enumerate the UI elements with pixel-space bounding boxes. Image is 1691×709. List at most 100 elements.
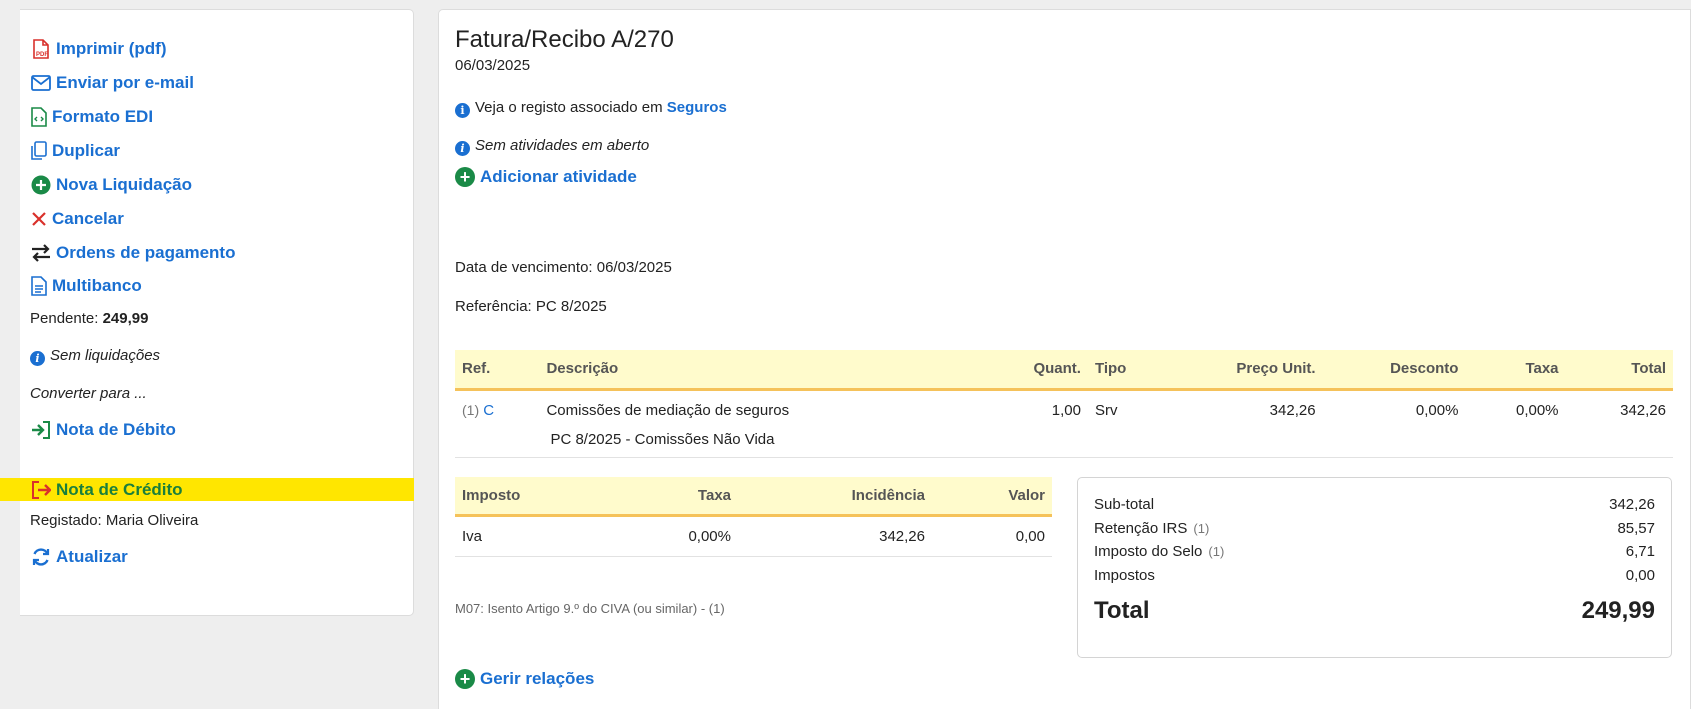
info-icon: i <box>30 351 45 366</box>
grand-total-label: Total <box>1094 597 1150 624</box>
pending-amount: Pendente: 249,99 <box>30 310 148 327</box>
send-email-label: Enviar por e-mail <box>56 73 194 92</box>
edi-format-label: Formato EDI <box>52 107 154 126</box>
col-unit-price: Preço Unit. <box>1176 350 1323 391</box>
credit-note-link[interactable]: Nota de Crédito <box>30 478 183 501</box>
duplicate-link[interactable]: Duplicar <box>30 139 120 163</box>
document-date: 06/03/2025 <box>455 57 531 74</box>
send-email-link[interactable]: Enviar por e-mail <box>30 71 194 95</box>
new-settlement-link[interactable]: Nova Liquidação <box>30 173 192 197</box>
col-rate: Taxa <box>1465 350 1566 391</box>
detail-spacer <box>455 431 539 457</box>
tax-value: 0,00 <box>932 515 1052 557</box>
print-pdf-link[interactable]: PDF Imprimir (pdf) <box>30 37 167 61</box>
no-activities-note: i Sem atividades em aberto <box>455 137 649 156</box>
line-discount: 0,00% <box>1415 402 1459 420</box>
subtotal-row: Sub-total 342,26 <box>1094 493 1655 517</box>
swap-arrows-icon <box>30 242 52 264</box>
multibanco-link[interactable]: Multibanco <box>30 274 142 298</box>
close-icon <box>30 208 48 230</box>
irs-value: 85,57 <box>1617 519 1655 537</box>
taxes-table: Imposto Taxa Incidência Valor Iva 0,00% … <box>455 477 1052 557</box>
line-rate: 0,00% <box>1515 402 1559 420</box>
no-settlements-text: Sem liquidações <box>50 347 161 364</box>
irs-note: (1) <box>1193 520 1210 536</box>
registered-by: Registado: Maria Oliveira <box>30 512 199 529</box>
grand-total-value: 249,99 <box>1581 597 1655 624</box>
col-value: Valor <box>932 477 1052 517</box>
line-ref-link[interactable]: C <box>483 402 494 419</box>
plus-circle-icon: + <box>455 167 475 187</box>
edi-format-link[interactable]: Formato EDI <box>30 105 153 129</box>
line-description: Comissões de mediação de seguros <box>546 402 790 420</box>
col-tax: Imposto <box>455 477 604 517</box>
svg-text:PDF: PDF <box>36 52 48 58</box>
tax-name: Iva <box>455 515 604 557</box>
line-type: Srv <box>1094 402 1118 420</box>
reference: Referência: PC 8/2025 <box>455 298 607 315</box>
pending-label: Pendente: <box>30 310 99 327</box>
lines-header-row: Ref. Descrição Quant. Tipo Preço Unit. D… <box>455 350 1673 391</box>
cancel-label: Cancelar <box>52 209 124 228</box>
payment-orders-link[interactable]: Ordens de pagamento <box>30 241 235 265</box>
envelope-icon <box>30 72 52 94</box>
info-icon: i <box>455 103 470 118</box>
line-ref-cell: (1) C <box>455 389 539 431</box>
debit-note-link[interactable]: Nota de Débito <box>30 418 176 442</box>
duplicate-label: Duplicar <box>52 141 121 160</box>
copy-icon <box>30 140 48 162</box>
taxes-row: Impostos 0,00 <box>1094 564 1655 588</box>
pdf-icon: PDF <box>30 38 52 60</box>
payment-orders-label: Ordens de pagamento <box>56 243 236 262</box>
refresh-link[interactable]: Atualizar <box>30 545 128 569</box>
no-activities-text: Sem atividades em aberto <box>475 137 650 154</box>
taxes-label: Impostos <box>1094 566 1155 584</box>
add-activity-link[interactable]: + Adicionar atividade <box>455 167 637 187</box>
info-icon: i <box>455 141 470 156</box>
manage-relations-link[interactable]: + Gerir relações <box>455 669 594 689</box>
cancel-link[interactable]: Cancelar <box>30 207 124 231</box>
irs-row: Retenção IRS (1) 85,57 <box>1094 517 1655 541</box>
line-unit-price: 342,26 <box>1269 402 1316 420</box>
stamp-tax-label: Imposto do Selo <box>1094 543 1203 561</box>
pending-value: 249,99 <box>102 310 149 327</box>
col-type: Tipo <box>1087 350 1177 391</box>
subtotal-label: Sub-total <box>1094 496 1155 514</box>
col-description: Descrição <box>539 350 976 391</box>
stamp-tax-note: (1) <box>1208 544 1225 560</box>
refresh-label: Atualizar <box>56 547 128 566</box>
manage-relations-label: Gerir relações <box>480 669 595 688</box>
grand-total-row: Total 249,99 <box>1094 597 1655 625</box>
convert-label: Converter para ... <box>30 385 147 402</box>
col-total: Total <box>1565 350 1673 391</box>
document-title: Fatura/Recibo A/270 <box>455 26 674 53</box>
stamp-tax-row: Imposto do Selo (1) 6,71 <box>1094 540 1655 564</box>
line-detail: PC 8/2025 - Comissões Não Vida <box>550 431 775 448</box>
code-file-icon <box>30 106 48 128</box>
taxes-value: 0,00 <box>1625 566 1655 584</box>
line-total: 342,26 <box>1620 402 1666 420</box>
col-tax-rate: Taxa <box>604 477 738 517</box>
line-quantity: 1,00 <box>1051 402 1081 420</box>
debit-note-label: Nota de Débito <box>56 420 176 439</box>
tax-footnote: M07: Isento Artigo 9.º do CIVA (ou simil… <box>455 601 725 616</box>
seguros-link[interactable]: Seguros <box>667 99 727 116</box>
refresh-icon <box>30 546 52 568</box>
taxes-header-row: Imposto Taxa Incidência Valor <box>455 477 1052 517</box>
plus-circle-icon <box>30 174 52 196</box>
col-base: Incidência <box>738 477 932 517</box>
credit-note-label: Nota de Crédito <box>56 479 183 499</box>
linked-record-note: i Veja o registo associado em Seguros <box>455 99 727 118</box>
totals-box: Sub-total 342,26 Retenção IRS (1) 85,57 I… <box>1077 477 1672 658</box>
multibanco-label: Multibanco <box>52 276 142 295</box>
table-row: (1) C Comissões de mediação de seguros 1… <box>455 389 1673 431</box>
col-discount: Desconto <box>1322 350 1466 391</box>
add-activity-label: Adicionar atividade <box>480 167 637 186</box>
line-number: (1) <box>462 402 480 419</box>
irs-label: Retenção IRS <box>1094 519 1188 537</box>
linked-record-text: Veja o registo associado em <box>475 99 663 116</box>
stamp-tax-value: 6,71 <box>1625 543 1655 561</box>
no-settlements-note: i Sem liquidações <box>30 347 160 366</box>
lines-table: Ref. Descrição Quant. Tipo Preço Unit. D… <box>455 350 1673 458</box>
col-quantity: Quant. <box>975 350 1088 391</box>
